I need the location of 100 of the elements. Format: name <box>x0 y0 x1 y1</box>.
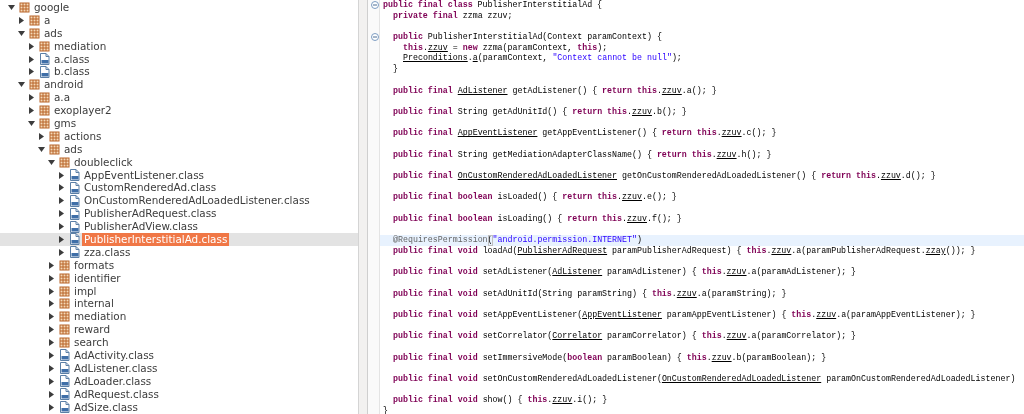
class-file-icon <box>59 375 70 388</box>
tree-item[interactable]: exoplayer2 <box>52 104 114 118</box>
tree-item[interactable]: ads <box>42 26 65 40</box>
tree-item[interactable]: AdRequest.class <box>72 387 161 401</box>
tree-item[interactable]: identifier <box>72 271 123 285</box>
package-icon <box>59 259 70 271</box>
tree-item[interactable]: zza.class <box>82 245 133 259</box>
expand-toggle[interactable] <box>27 41 36 51</box>
collapsed-arrow-icon <box>38 132 45 140</box>
expanded-arrow-icon <box>18 81 25 89</box>
tree-item[interactable]: AdSize.class <box>72 400 140 414</box>
tree-item[interactable]: AdActivity.class <box>72 349 156 362</box>
expand-toggle[interactable] <box>47 363 56 373</box>
expand-toggle[interactable] <box>47 338 56 348</box>
expand-toggle[interactable] <box>27 106 36 116</box>
class-file-icon <box>69 220 80 233</box>
tree-item[interactable]: reward <box>72 323 112 337</box>
tree-item[interactable]: PublisherAdView.class <box>82 220 201 234</box>
code-line: public PublisherInterstitialAd(Context paramContext) { <box>392 32 663 43</box>
class-file-icon <box>69 181 80 194</box>
tree-item[interactable]: formats <box>72 258 117 272</box>
package-icon <box>39 105 50 117</box>
tree-item[interactable]: mediation <box>72 310 129 324</box>
code-line: private final zzma zzuv; <box>392 10 514 22</box>
expand-toggle[interactable] <box>27 54 36 64</box>
code-line: public final OnCustomRenderedAdLoadedListener getOnCustomRenderedAdLoadedListener() { return this.zzuv.d(); } <box>392 171 937 182</box>
tree-item[interactable]: mediation <box>52 39 109 53</box>
package-icon <box>59 272 70 284</box>
expand-toggle[interactable] <box>17 28 26 38</box>
package-icon <box>29 79 40 91</box>
expand-toggle[interactable] <box>17 80 26 90</box>
class-file-icon <box>69 207 80 220</box>
package-icon <box>39 117 50 129</box>
tree-item[interactable]: impl <box>72 284 99 298</box>
expand-toggle[interactable] <box>57 247 66 257</box>
package-icon <box>19 1 30 13</box>
package-icon <box>59 311 70 323</box>
expand-toggle[interactable] <box>47 299 56 309</box>
expand-toggle[interactable] <box>57 209 66 219</box>
splitter-handle[interactable] <box>359 0 368 414</box>
expand-toggle[interactable] <box>47 402 56 412</box>
expand-toggle[interactable] <box>47 286 56 296</box>
code-line: } <box>392 64 399 75</box>
expand-toggle[interactable] <box>57 222 66 232</box>
expand-toggle[interactable] <box>27 93 36 103</box>
code-line: public final void show() { this.zzuv.i(); } <box>392 395 609 407</box>
class-file-icon <box>69 246 80 259</box>
expanded-arrow-icon <box>28 119 35 127</box>
tree-item[interactable]: internal <box>72 297 116 311</box>
package-icon <box>29 14 40 26</box>
expand-toggle[interactable] <box>57 170 66 180</box>
expand-toggle[interactable] <box>37 131 46 141</box>
expand-toggle[interactable] <box>47 376 56 386</box>
expand-toggle[interactable] <box>47 312 56 322</box>
expand-toggle[interactable] <box>47 351 56 360</box>
tree-item[interactable]: ads <box>62 142 85 156</box>
tree-item[interactable]: google <box>32 1 72 14</box>
tree-item[interactable]: AppEventListener.class <box>82 168 206 182</box>
tree-item[interactable]: a <box>42 13 53 27</box>
expand-toggle[interactable] <box>47 325 56 335</box>
tree-item[interactable]: a.a <box>52 91 73 105</box>
expand-toggle[interactable] <box>47 157 56 167</box>
tree-item[interactable]: a.class <box>52 52 92 66</box>
tree-item[interactable]: CustomRenderedAd.class <box>82 181 219 195</box>
code-line: public final boolean isLoaded() { return this.zzuv.e(); } <box>392 192 678 204</box>
expand-toggle[interactable] <box>57 196 66 206</box>
class-file-icon <box>69 233 80 246</box>
code-line: public final void setImmersiveMode(boolean paramBoolean) { this.zzuv.b(paramBoolean); } <box>392 352 828 364</box>
tree-item[interactable]: PublisherAdRequest.class <box>82 207 219 221</box>
expand-toggle[interactable] <box>57 183 66 193</box>
code-line: public final void setCorrelator(Correlator paramCorrelator) { this.zzuv.a(paramCorrelator); } <box>392 331 858 342</box>
expand-toggle[interactable] <box>27 118 36 128</box>
tree-item[interactable]: doubleclick <box>72 155 135 169</box>
tree-item[interactable]: AdLoader.class <box>72 374 154 388</box>
package-icon <box>59 337 70 349</box>
tree-item[interactable]: android <box>42 78 86 92</box>
tree-item[interactable]: actions <box>62 129 104 143</box>
code-line: public final class PublisherInterstitialAd { <box>382 0 604 11</box>
package-icon <box>59 285 70 297</box>
code-line: public final String getMediationAdapterClassName() { return this.zzuv.h(); } <box>392 149 773 161</box>
package-icon <box>39 40 50 52</box>
expand-toggle[interactable] <box>7 2 16 12</box>
class-file-icon <box>39 65 50 78</box>
code-line: public final AdListener getAdListener() { return this.zzuv.a(); } <box>392 85 718 97</box>
package-icon <box>29 27 40 39</box>
code-line: public final String getAdUnitId() { return this.zzuv.b(); } <box>392 106 688 118</box>
expand-toggle[interactable] <box>27 67 36 77</box>
expand-toggle[interactable] <box>47 389 56 399</box>
tree-item[interactable]: gms <box>52 117 79 130</box>
expand-toggle[interactable] <box>37 144 46 154</box>
expand-toggle[interactable] <box>17 15 26 25</box>
tree-item[interactable]: AdListener.class <box>72 361 160 375</box>
tree-item[interactable]: b.class <box>52 65 92 79</box>
class-file-icon <box>39 53 50 65</box>
expand-toggle[interactable] <box>47 273 56 283</box>
expand-toggle[interactable] <box>47 260 56 270</box>
tree-item[interactable]: search <box>72 336 111 350</box>
class-file-icon <box>59 388 70 401</box>
expand-toggle[interactable] <box>57 234 66 244</box>
tree-item[interactable]: OnCustomRenderedAdLoadedListener.class <box>82 194 312 208</box>
